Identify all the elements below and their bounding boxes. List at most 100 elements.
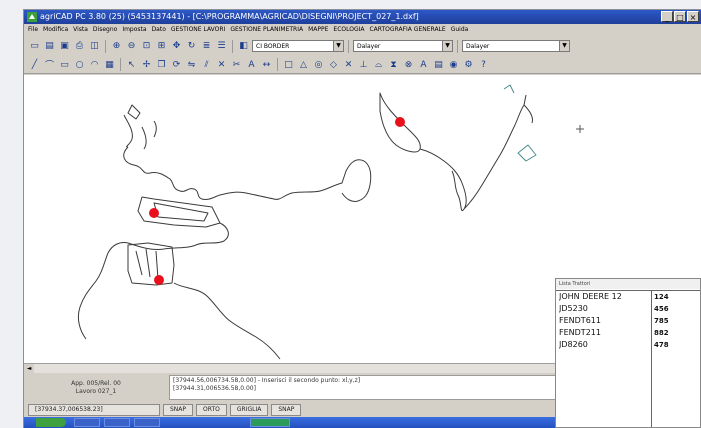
zoom-window-icon[interactable]: ⊡ bbox=[140, 40, 153, 53]
menu-imposta[interactable]: Imposta bbox=[122, 24, 146, 36]
select-icon[interactable]: ↖ bbox=[125, 58, 138, 71]
command-history[interactable]: [37944.56,006734.58,0.00] - Inserisci il… bbox=[169, 375, 589, 400]
minimize-button[interactable]: _ bbox=[661, 11, 673, 22]
text-icon[interactable]: A bbox=[245, 58, 258, 71]
tractor-name[interactable]: JOHN DEERE 12 bbox=[559, 291, 651, 303]
menu-file[interactable]: File bbox=[28, 24, 38, 36]
toolbar-separator bbox=[457, 39, 458, 53]
tractor-name[interactable]: FENDT611 bbox=[559, 315, 651, 327]
arc-icon[interactable]: ◠ bbox=[88, 58, 101, 71]
snap-endpoint-icon[interactable]: □ bbox=[282, 58, 295, 71]
scroll-left-icon[interactable]: ◄ bbox=[24, 364, 34, 373]
osnap-toggle[interactable]: SNAP bbox=[271, 404, 302, 416]
text-style-icon[interactable]: A bbox=[417, 58, 430, 71]
preview-icon[interactable]: ◫ bbox=[88, 40, 101, 53]
lineweight-select-value: Dalayer bbox=[466, 43, 490, 50]
trim-icon[interactable]: ✂ bbox=[230, 58, 243, 71]
menu-dato[interactable]: Dato bbox=[152, 24, 166, 36]
linetype-select[interactable]: Dalayer ▼ bbox=[353, 40, 453, 52]
zoom-out-icon[interactable]: ⊖ bbox=[125, 40, 138, 53]
field-markers bbox=[149, 117, 405, 285]
snap-midpoint-icon[interactable]: △ bbox=[297, 58, 310, 71]
toolbar-separator bbox=[348, 39, 349, 53]
project-info-line2: Lavoro 027_1 bbox=[75, 388, 117, 395]
chevron-down-icon[interactable]: ▼ bbox=[333, 41, 343, 51]
field-marker bbox=[149, 208, 159, 218]
layer-select-value: CI BORDER bbox=[256, 43, 290, 50]
save-icon[interactable]: ▣ bbox=[58, 40, 71, 53]
dimension-icon[interactable]: ↔ bbox=[260, 58, 273, 71]
menu-gestione-planimetria[interactable]: GESTIONE PLANIMETRIA bbox=[230, 24, 303, 36]
chevron-down-icon[interactable]: ▼ bbox=[559, 41, 569, 51]
palette-icon[interactable]: ◉ bbox=[447, 58, 460, 71]
orto-toggle[interactable]: ORTO bbox=[196, 404, 227, 416]
copy-icon[interactable]: ❐ bbox=[155, 58, 168, 71]
layer-manager-icon[interactable]: ◧ bbox=[237, 40, 250, 53]
toolbar-separator bbox=[232, 39, 233, 53]
gps-track-top bbox=[123, 104, 157, 150]
maximize-button[interactable]: □ bbox=[674, 11, 686, 22]
menu-vista[interactable]: Vista bbox=[73, 24, 88, 36]
snap-perpendicular-icon[interactable]: ⊥ bbox=[357, 58, 370, 71]
rotate-icon[interactable]: ⟳ bbox=[170, 58, 183, 71]
snap-nearest-icon[interactable]: ⧗ bbox=[387, 58, 400, 71]
coordinates-readout: [37934.37,006538.23] bbox=[28, 404, 160, 416]
snap-center-icon[interactable]: ◎ bbox=[312, 58, 325, 71]
menu-guida[interactable]: Guida bbox=[451, 24, 469, 36]
map-icon[interactable]: ▤ bbox=[432, 58, 445, 71]
menu-mappe[interactable]: MAPPE bbox=[308, 24, 328, 36]
layer-select[interactable]: CI BORDER ▼ bbox=[252, 40, 344, 52]
redraw-icon[interactable]: ↻ bbox=[185, 40, 198, 53]
tractor-name[interactable]: JD5230 bbox=[559, 303, 651, 315]
properties-icon[interactable]: ☰ bbox=[215, 40, 228, 53]
polyline-icon[interactable]: ⌒ bbox=[43, 58, 56, 71]
zoom-all-icon[interactable]: ⊞ bbox=[155, 40, 168, 53]
snap-quadrant-icon[interactable]: ◇ bbox=[327, 58, 340, 71]
circle-icon[interactable]: ○ bbox=[73, 58, 86, 71]
snap-node-icon[interactable]: ⊗ bbox=[402, 58, 415, 71]
zoom-in-icon[interactable]: ⊕ bbox=[110, 40, 123, 53]
menu-ecologia[interactable]: ECOLOGIA bbox=[333, 24, 364, 36]
settings-icon[interactable]: ⚙ bbox=[462, 58, 475, 71]
close-button[interactable]: × bbox=[687, 11, 699, 22]
linetype-select-value: Dalayer bbox=[357, 43, 381, 50]
popup-title: Lista Trattori bbox=[556, 279, 700, 289]
snap-toggle[interactable]: SNAP bbox=[163, 404, 194, 416]
help-icon[interactable]: ? bbox=[477, 58, 490, 71]
toolbar-separator bbox=[120, 58, 121, 71]
menu-modifica[interactable]: Modifica bbox=[43, 24, 68, 36]
menu-disegno[interactable]: Disegno bbox=[93, 24, 117, 36]
menu-cartografia[interactable]: CARTOGRAFIA GENERALE bbox=[369, 24, 445, 36]
chevron-down-icon[interactable]: ▼ bbox=[442, 41, 452, 51]
snap-tangent-icon[interactable]: ⌓ bbox=[372, 58, 385, 71]
offset-icon[interactable]: ⫽ bbox=[200, 58, 213, 71]
toolbar-separator bbox=[277, 58, 278, 71]
rectangle-icon[interactable]: ▭ bbox=[58, 58, 71, 71]
lineweight-select[interactable]: Dalayer ▼ bbox=[462, 40, 570, 52]
snap-intersection-icon[interactable]: ✕ bbox=[342, 58, 355, 71]
erase-icon[interactable]: ✕ bbox=[215, 58, 228, 71]
tractor-name[interactable]: JD8260 bbox=[559, 339, 651, 351]
app-icon bbox=[27, 12, 37, 22]
window-controls: _ □ × bbox=[661, 11, 699, 22]
menu-gestione-lavori[interactable]: GESTIONE LAVORI bbox=[171, 24, 225, 36]
project-info: App. 005/Rel. 00 Lavoro 027_1 bbox=[32, 375, 160, 401]
layers-icon[interactable]: ≣ bbox=[200, 40, 213, 53]
mirror-icon[interactable]: ⇋ bbox=[185, 58, 198, 71]
window-title: agriCAD PC 3.80 (25) (5453137441) - [C:\… bbox=[40, 12, 419, 21]
line-icon[interactable]: ╱ bbox=[28, 58, 41, 71]
taskbar-item[interactable] bbox=[74, 418, 100, 427]
print-icon[interactable]: ⎙ bbox=[73, 40, 86, 53]
move-icon[interactable]: ✢ bbox=[140, 58, 153, 71]
pan-icon[interactable]: ✥ bbox=[170, 40, 183, 53]
tractor-name-column: JOHN DEERE 12 JD5230 FENDT611 FENDT211 J… bbox=[556, 291, 652, 427]
open-folder-icon[interactable]: ▤ bbox=[43, 40, 56, 53]
hatch-icon[interactable]: ▦ bbox=[103, 58, 116, 71]
taskbar-item[interactable] bbox=[104, 418, 130, 427]
taskbar-item[interactable] bbox=[134, 418, 160, 427]
griglia-toggle[interactable]: GRIGLIA bbox=[229, 404, 269, 416]
tractor-name[interactable]: FENDT211 bbox=[559, 327, 651, 339]
start-button[interactable] bbox=[36, 418, 66, 427]
taskbar-item[interactable] bbox=[250, 418, 290, 427]
new-file-icon[interactable]: ▭ bbox=[28, 40, 41, 53]
